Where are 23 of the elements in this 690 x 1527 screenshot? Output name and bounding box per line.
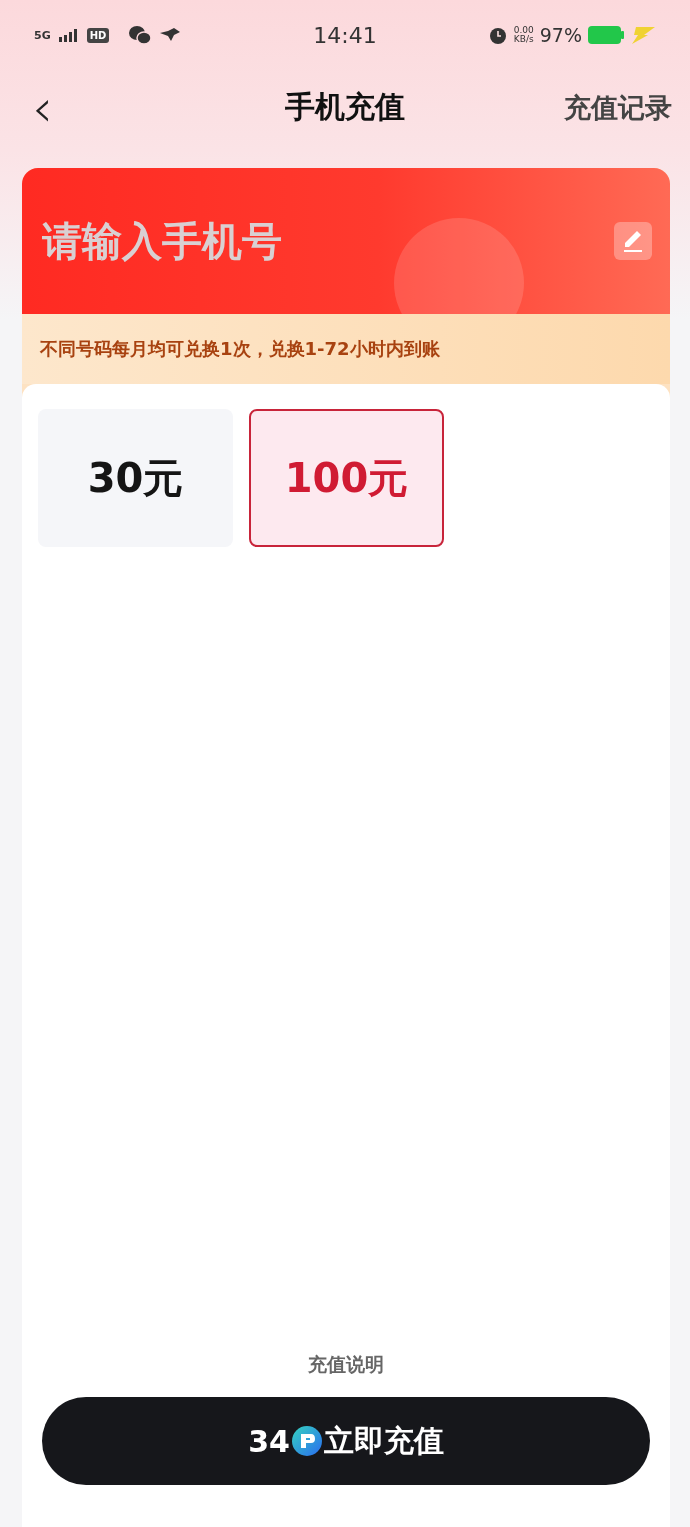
amount-option[interactable]: 30元: [38, 409, 233, 547]
recharge-history-link[interactable]: 充值记录: [564, 89, 672, 126]
lightning-icon: [630, 25, 656, 45]
edit-icon[interactable]: [614, 222, 652, 260]
network-label: 5G: [34, 29, 51, 41]
battery-icon: [588, 26, 624, 44]
battery-percent: 97%: [539, 24, 582, 46]
coin-icon: [291, 1426, 322, 1456]
clock-time: 14:41: [313, 22, 377, 48]
notice-text: 不同号码每月均可兑换1次，兑换1-72小时内到账: [40, 337, 440, 361]
back-button[interactable]: ‹: [26, 81, 59, 134]
alarm-icon: [487, 25, 508, 45]
chat-icon: [129, 25, 152, 45]
page-title: 手机充值: [285, 89, 405, 124]
amount-option[interactable]: 100元: [249, 409, 444, 547]
hd-badge: HD: [86, 27, 110, 43]
recharge-info-link[interactable]: 充值说明: [302, 1351, 390, 1379]
phone-number-input[interactable]: 请输入手机号: [40, 217, 614, 265]
speed-value: 0.00: [513, 25, 534, 35]
speed-unit: KB/s: [513, 35, 534, 45]
phone-input-field[interactable]: 请输入手机号: [22, 168, 670, 314]
recharge-button[interactable]: 34 立即充值: [42, 1397, 650, 1485]
signal-icon: [58, 28, 79, 42]
